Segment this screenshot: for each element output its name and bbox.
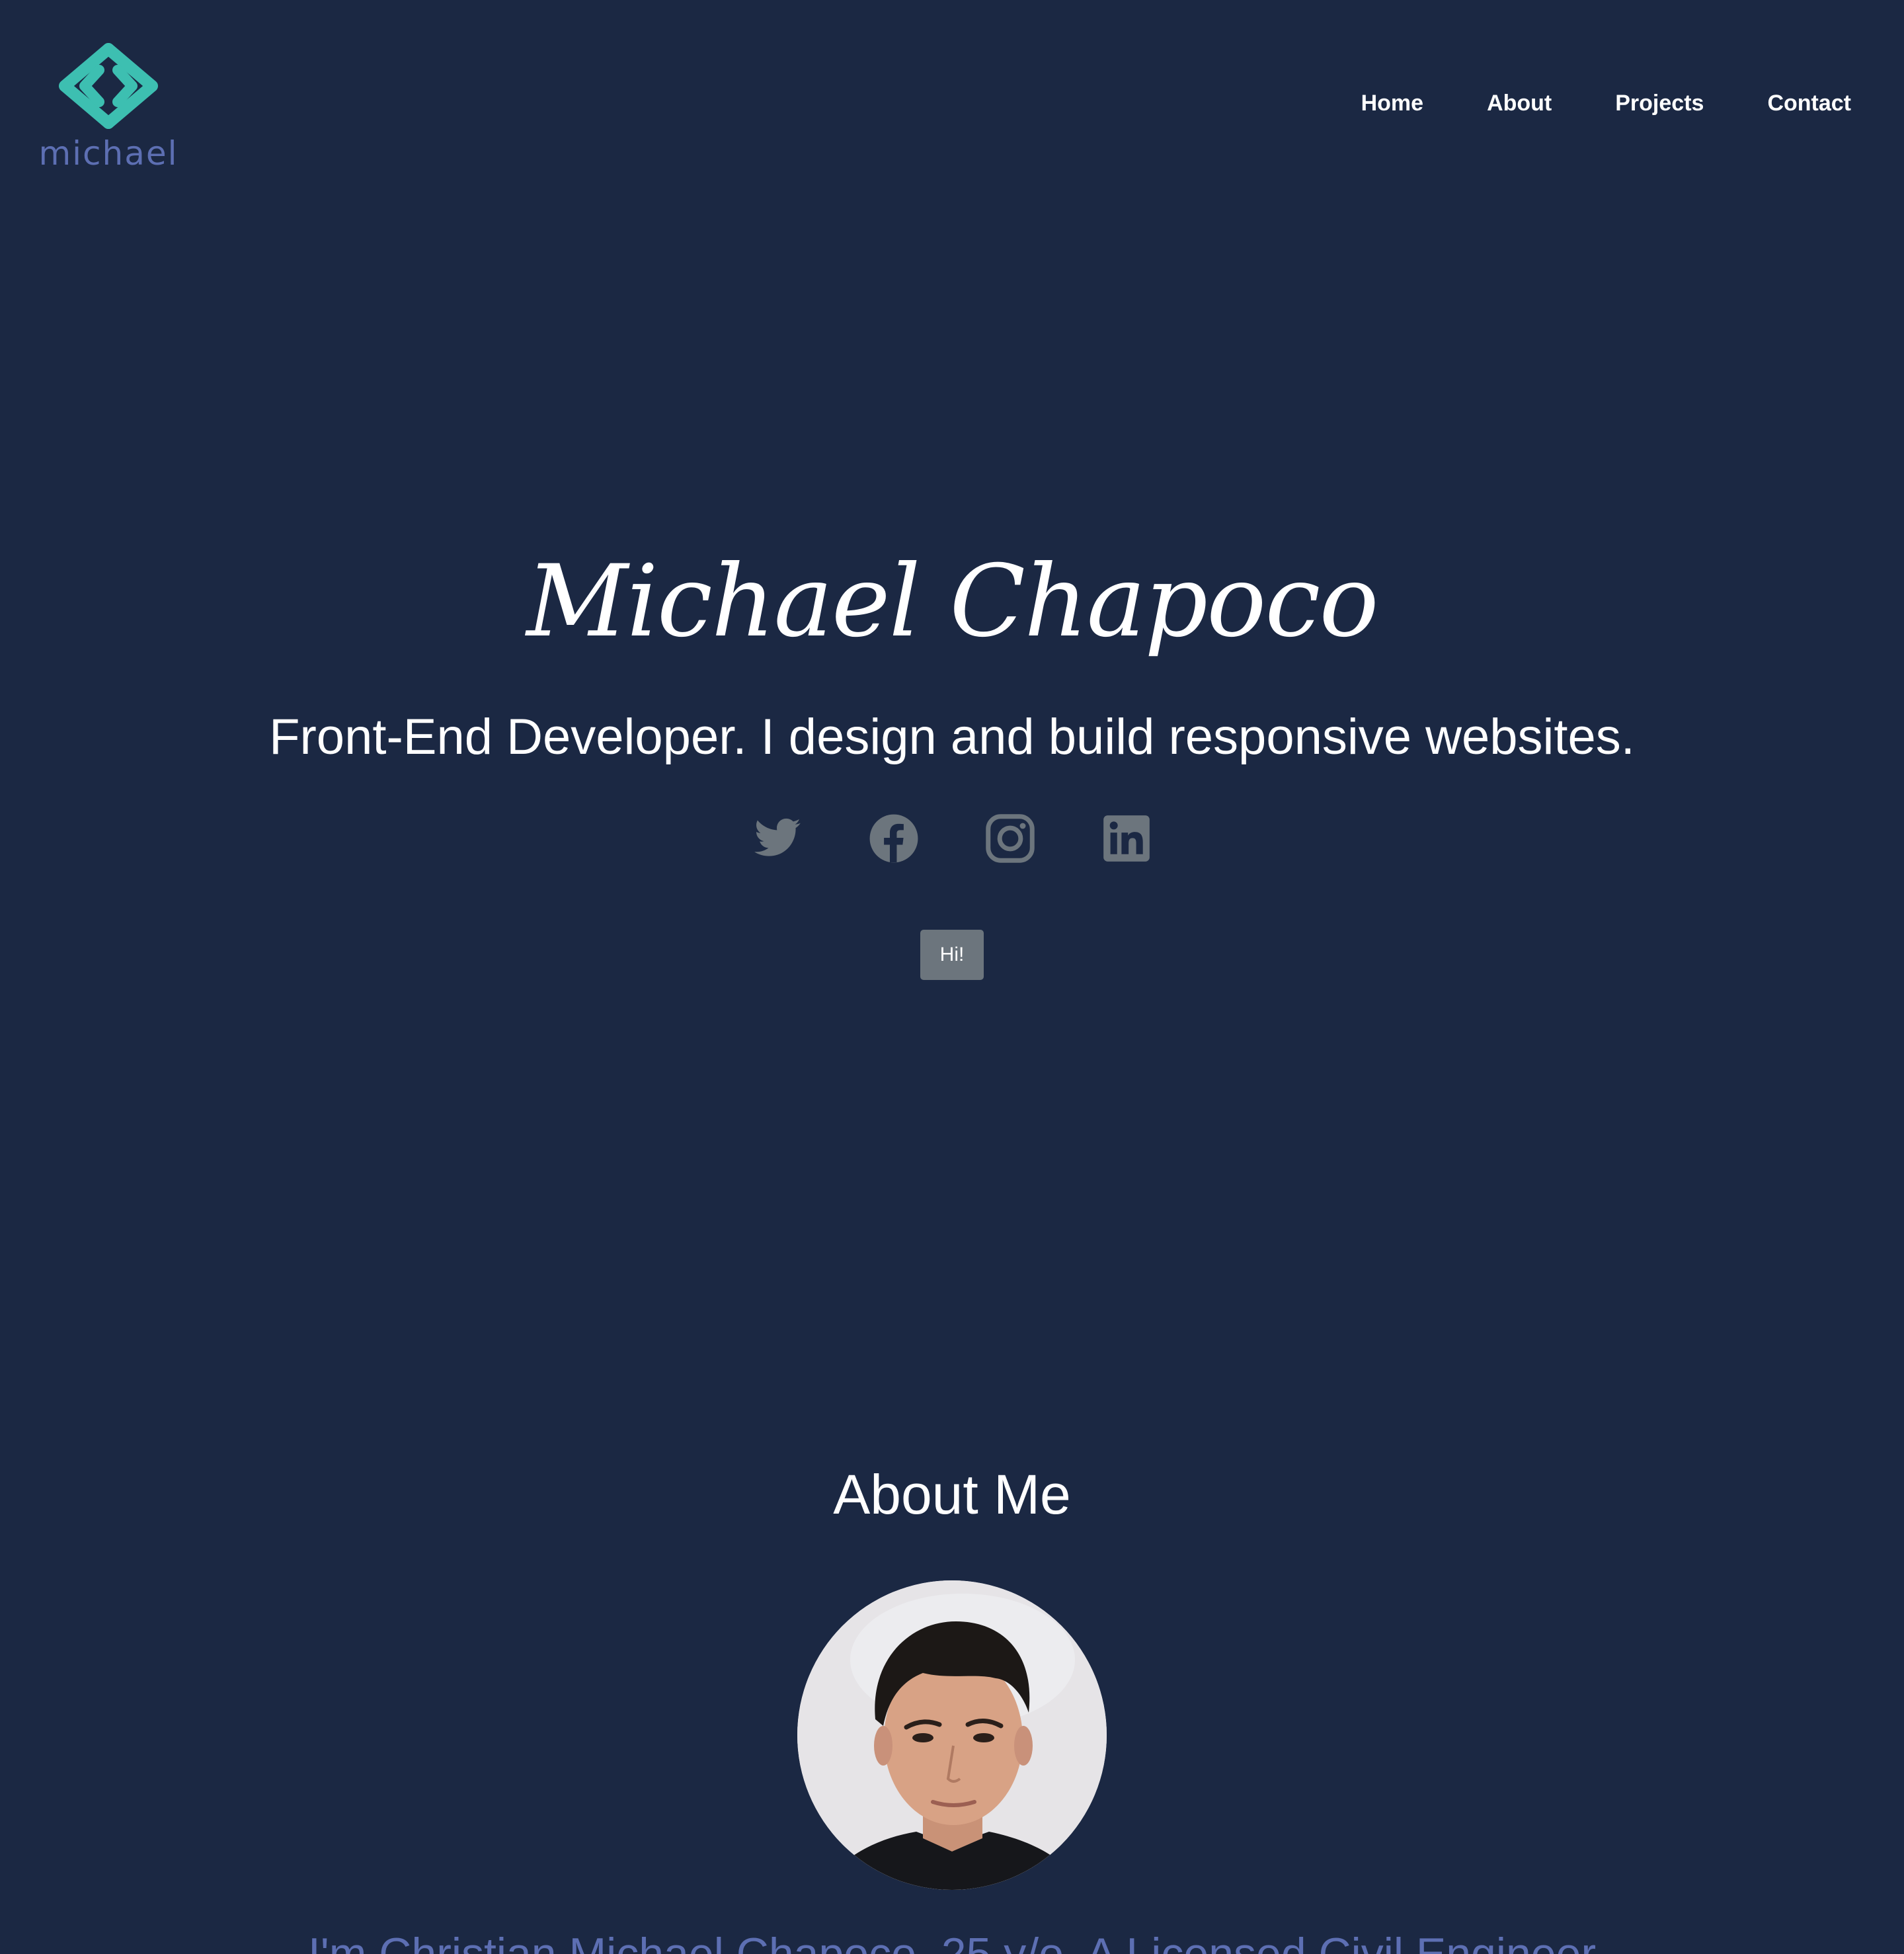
hero-name: Michael Chapoco [526, 544, 1378, 659]
main-nav: Home About Projects Contact [1361, 85, 1851, 122]
logo-text: michael [38, 134, 178, 173]
page: michael Home About Projects Contact Mich… [0, 0, 1904, 1954]
twitter-link[interactable] [752, 813, 803, 864]
nav-projects[interactable]: Projects [1615, 85, 1704, 122]
linkedin-link[interactable] [1101, 813, 1152, 864]
twitter-icon [754, 818, 801, 856]
logo-icon [59, 43, 158, 129]
logo-link[interactable]: michael [38, 40, 178, 179]
instagram-icon [986, 814, 1035, 863]
nav-home[interactable]: Home [1361, 85, 1423, 122]
nav-about[interactable]: About [1487, 85, 1552, 122]
instagram-link[interactable] [985, 813, 1035, 864]
linkedin-icon [1103, 815, 1150, 862]
hero-tagline: Front-End Developer. I design and build … [269, 709, 1635, 765]
about-intro: I'm Christian Michael Chapoco, 25 y/o. A… [307, 1929, 1597, 1954]
social-links [0, 813, 1904, 864]
facebook-icon [869, 814, 918, 863]
avatar [797, 1580, 1107, 1890]
about-title: About Me [833, 1463, 1071, 1526]
hi-button[interactable]: Hi! [920, 930, 984, 980]
facebook-link[interactable] [869, 813, 919, 864]
profile-photo [797, 1580, 1107, 1890]
nav-contact[interactable]: Contact [1767, 85, 1851, 122]
